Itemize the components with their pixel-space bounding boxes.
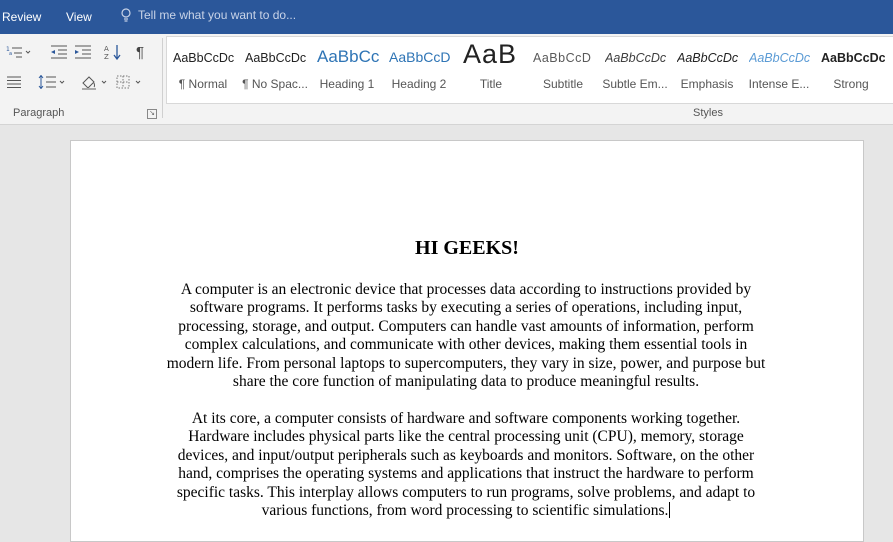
style-heading-1[interactable]: AaBbCc Heading 1 [311, 37, 383, 103]
style-preview: AaBbCcD [389, 49, 451, 65]
paragraph-group-label: Paragraph [13, 107, 65, 119]
document-page[interactable]: HI GEEKS! A computer is an electronic de… [70, 140, 864, 542]
style-name: Heading 1 [319, 77, 375, 91]
sort-icon[interactable]: AZ [104, 42, 122, 62]
svg-text:Z: Z [104, 53, 109, 60]
decrease-indent-icon[interactable] [50, 42, 68, 62]
style-strong[interactable]: AaBbCcDc Strong [815, 37, 887, 103]
style-emphasis[interactable]: AaBbCcDc Emphasis [671, 37, 743, 103]
svg-text:a: a [9, 51, 12, 57]
multilevel-list-icon[interactable]: 1a [6, 42, 32, 62]
style-intense-emphasis[interactable]: AaBbCcDc Intense E... [743, 37, 815, 103]
increase-indent-icon[interactable] [74, 42, 92, 62]
styles-gallery: AaBbCcDc ¶ Normal AaBbCcDc ¶ No Spac... … [166, 36, 893, 104]
tell-me-box[interactable]: Tell me what you want to do... [120, 8, 296, 22]
style-name: Subtitle [542, 77, 584, 91]
style-no-spacing[interactable]: AaBbCcDc ¶ No Spac... [239, 37, 311, 103]
justify-icon[interactable] [6, 72, 22, 92]
line-spacing-icon[interactable] [38, 72, 66, 92]
tab-review[interactable]: Review [2, 10, 41, 24]
style-name: ¶ No Spac... [242, 77, 308, 91]
group-divider [162, 38, 163, 118]
document-title[interactable]: HI GEEKS! [71, 237, 863, 260]
ribbon-tab-bar: Review View Tell me what you want to do.… [0, 0, 893, 34]
style-heading-2[interactable]: AaBbCcD Heading 2 [383, 37, 455, 103]
style-name: Strong [833, 77, 869, 91]
style-preview: AaBbCc [317, 47, 380, 66]
style-name: Subtle Em... [602, 77, 668, 91]
tab-view[interactable]: View [66, 10, 92, 24]
borders-icon[interactable] [116, 72, 146, 92]
style-name: Title [479, 77, 503, 91]
paragraph-group: 1a AZ ¶ Paragraph ↘ [0, 34, 162, 124]
lightbulb-icon [121, 8, 131, 22]
styles-group-label: Styles [693, 107, 723, 119]
style-normal[interactable]: AaBbCcDc ¶ Normal [167, 37, 239, 103]
style-preview: AaB [463, 39, 518, 69]
text-cursor [669, 502, 671, 519]
tell-me-text: Tell me what you want to do... [138, 8, 297, 22]
style-name: Heading 2 [391, 77, 447, 91]
style-subtitle[interactable]: AaBbCcD Subtitle [527, 37, 599, 103]
svg-text:A: A [104, 45, 109, 53]
document-paragraph[interactable]: At its core, a computer consists of hard… [166, 410, 766, 520]
document-paragraph[interactable]: A computer is an electronic device that … [166, 281, 766, 391]
ribbon: 1a AZ ¶ Paragraph ↘ AaBbCcDc ¶ Normal Aa… [0, 34, 893, 125]
paragraph-dialog-launcher-icon[interactable]: ↘ [147, 109, 157, 119]
paragraph-text: At its core, a computer consists of hard… [176, 410, 756, 520]
shading-icon[interactable] [80, 72, 110, 92]
pilcrow-icon[interactable]: ¶ [136, 42, 144, 62]
style-subtle-emphasis[interactable]: AaBbCcDc Subtle Em... [599, 37, 671, 103]
style-name: Intense E... [748, 77, 810, 91]
style-name: Emphasis [680, 77, 734, 91]
style-name: ¶ Normal [178, 77, 228, 91]
style-title[interactable]: AaB Title [455, 37, 527, 103]
